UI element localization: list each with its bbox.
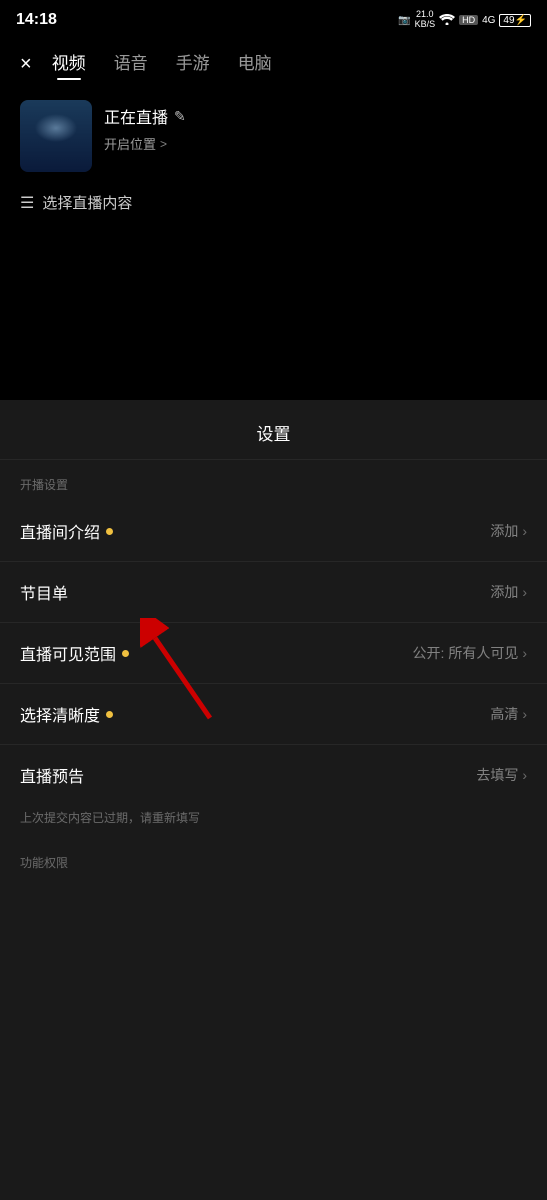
room-intro-chevron: › bbox=[522, 523, 527, 539]
upper-section: 正在直播 ✎ 开启位置 > ☰ 选择直播内容 bbox=[0, 84, 547, 444]
quality-dot bbox=[106, 711, 113, 718]
select-content-text: 选择直播内容 bbox=[42, 192, 132, 213]
setting-right: 添加 › bbox=[490, 582, 527, 602]
tab-video[interactable]: 视频 bbox=[52, 49, 86, 80]
setting-item-left: 节目单 bbox=[20, 580, 68, 604]
schedule-label: 节目单 bbox=[20, 580, 68, 604]
select-content-row[interactable]: ☰ 选择直播内容 bbox=[20, 192, 527, 213]
battery-icon: 49⚡ bbox=[499, 14, 531, 27]
network-speed: 21.0KB/S bbox=[415, 10, 436, 30]
quality-chevron: › bbox=[522, 706, 527, 722]
setting-right: 公开: 所有人可见 › bbox=[413, 643, 527, 663]
schedule-chevron: › bbox=[522, 584, 527, 600]
schedule-value: 添加 bbox=[490, 582, 518, 602]
nav-tabs: 视频 语音 手游 电脑 bbox=[52, 49, 272, 80]
setting-item-left: 选择清晰度 bbox=[20, 702, 113, 726]
room-intro-label: 直播间介绍 bbox=[20, 519, 100, 543]
wifi-icon bbox=[439, 13, 455, 28]
status-icons: 📷 21.0KB/S HD 4G 49⚡ bbox=[398, 10, 531, 30]
menu-icon: ☰ bbox=[20, 193, 34, 213]
avatar bbox=[20, 100, 92, 172]
hd-badge: HD bbox=[459, 15, 478, 25]
visibility-dot bbox=[122, 650, 129, 657]
setting-item-quality[interactable]: 选择清晰度 高清 › bbox=[0, 684, 547, 745]
announcement-value: 去填写 bbox=[476, 765, 518, 785]
profile-info: 正在直播 ✎ 开启位置 > bbox=[104, 100, 527, 153]
setting-right: 添加 › bbox=[490, 521, 527, 541]
announcement-sub-text: 上次提交内容已过期，请重新填写 bbox=[0, 805, 547, 838]
tab-voice[interactable]: 语音 bbox=[114, 49, 148, 80]
signal-icon: 4G bbox=[482, 15, 495, 26]
profile-row: 正在直播 ✎ 开启位置 > bbox=[20, 100, 527, 172]
live-status-row: 正在直播 ✎ bbox=[104, 104, 527, 128]
setting-item-schedule[interactable]: 节目单 添加 › bbox=[0, 562, 547, 623]
quality-value: 高清 bbox=[490, 704, 518, 724]
setting-right: 去填写 › bbox=[476, 765, 527, 785]
visibility-chevron: › bbox=[522, 645, 527, 661]
setting-right: 高清 › bbox=[490, 704, 527, 724]
edit-icon[interactable]: ✎ bbox=[174, 108, 186, 125]
tab-mobile-game[interactable]: 手游 bbox=[176, 49, 210, 80]
close-button[interactable]: × bbox=[20, 53, 32, 76]
live-status-text: 正在直播 bbox=[104, 104, 168, 128]
settings-title: 设置 bbox=[0, 400, 547, 460]
permission-section-label: 功能权限 bbox=[0, 838, 547, 879]
top-nav: × 视频 语音 手游 电脑 bbox=[0, 36, 547, 84]
broadcast-section-label: 开播设置 bbox=[0, 460, 547, 501]
location-label: 开启位置 bbox=[104, 134, 156, 153]
quality-label: 选择清晰度 bbox=[20, 702, 100, 726]
setting-item-visibility[interactable]: 直播可见范围 公开: 所有人可见 › bbox=[0, 623, 547, 684]
setting-item-room-intro[interactable]: 直播间介绍 添加 › bbox=[0, 501, 547, 562]
tab-pc[interactable]: 电脑 bbox=[238, 49, 272, 80]
room-intro-dot bbox=[106, 528, 113, 535]
setting-item-left: 直播预告 bbox=[20, 763, 84, 787]
setting-item-announcement[interactable]: 直播预告 去填写 › bbox=[0, 745, 547, 805]
location-row[interactable]: 开启位置 > bbox=[104, 134, 527, 153]
location-arrow: > bbox=[160, 137, 167, 151]
settings-panel: 设置 开播设置 直播间介绍 添加 › 节目单 添加 › 直播可见范围 公开: 所… bbox=[0, 400, 547, 1200]
room-intro-value: 添加 bbox=[490, 521, 518, 541]
setting-item-left: 直播可见范围 bbox=[20, 641, 129, 665]
visibility-value: 公开: 所有人可见 bbox=[413, 643, 519, 663]
setting-item-left: 直播间介绍 bbox=[20, 519, 113, 543]
camera-icon: 📷 bbox=[398, 15, 410, 26]
visibility-label: 直播可见范围 bbox=[20, 641, 116, 665]
announcement-label: 直播预告 bbox=[20, 763, 84, 787]
status-time: 14:18 bbox=[16, 11, 57, 29]
status-bar: 14:18 📷 21.0KB/S HD 4G 49⚡ bbox=[0, 0, 547, 36]
announcement-chevron: › bbox=[522, 767, 527, 783]
